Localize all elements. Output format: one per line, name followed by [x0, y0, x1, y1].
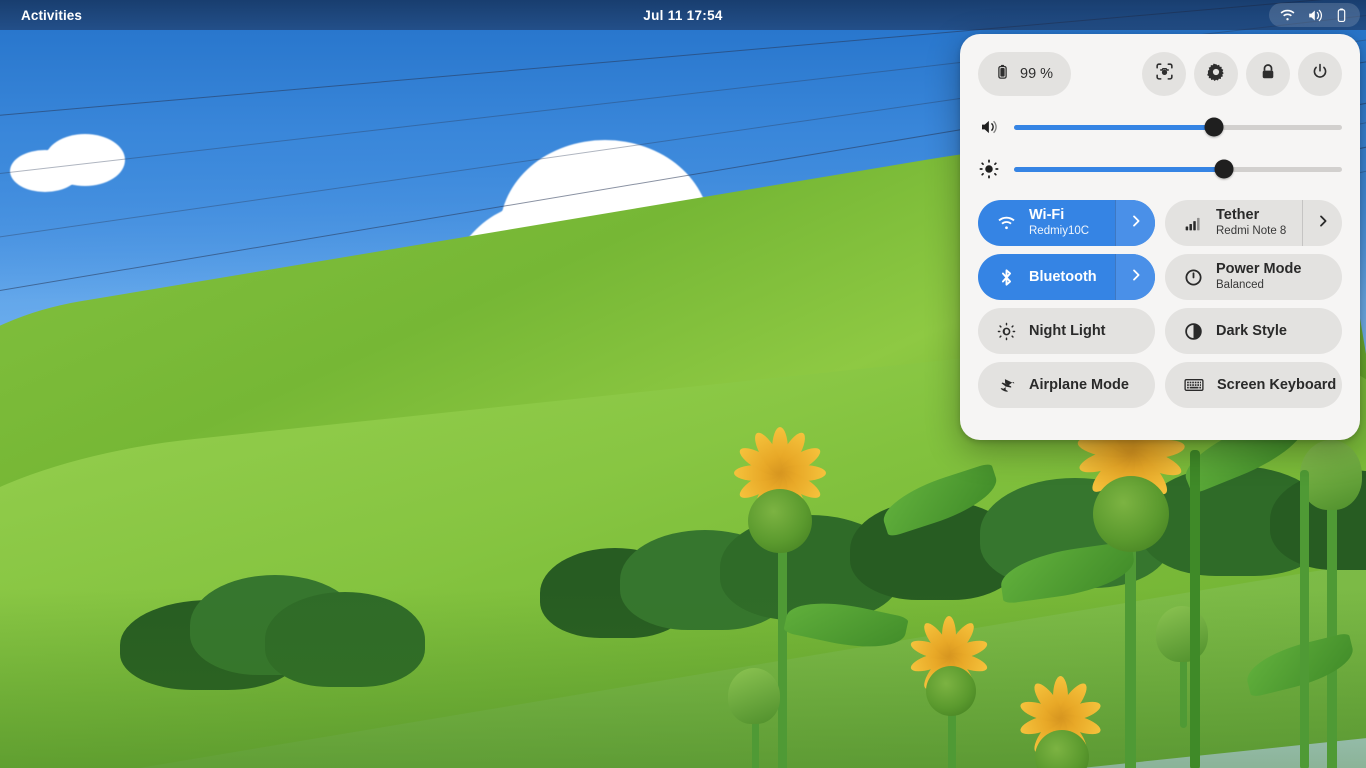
- power-mode-tile[interactable]: Power Mode Balanced: [1165, 254, 1342, 300]
- battery-icon: [1333, 7, 1350, 24]
- airplane-icon: [997, 376, 1016, 395]
- lock-button[interactable]: [1246, 52, 1290, 96]
- power-mode-tile-main[interactable]: Power Mode Balanced: [1165, 254, 1342, 300]
- speedometer-icon: [1184, 268, 1203, 287]
- desktop: Activities Jul 11 17:54 99 % Wi-Fi Redmi…: [0, 0, 1366, 768]
- volume-slider-track[interactable]: [1014, 117, 1342, 137]
- wifi-tile-subtitle: Redmiy10C: [1029, 225, 1090, 238]
- bluetooth-icon: [997, 268, 1016, 287]
- bluetooth-tile-title: Bluetooth: [1029, 268, 1097, 285]
- screen-keyboard-tile-main[interactable]: Screen Keyboard: [1165, 362, 1342, 408]
- brightness-slider-fill: [1014, 166, 1224, 172]
- speaker-icon: [978, 117, 1000, 137]
- tether-tile[interactable]: Tether Redmi Note 8: [1165, 200, 1342, 246]
- airplane-mode-tile-title: Airplane Mode: [1029, 376, 1129, 393]
- screenshot-icon: [1154, 61, 1175, 87]
- dark-style-icon: [1184, 322, 1203, 341]
- power-mode-tile-text: Power Mode Balanced: [1216, 261, 1301, 292]
- cellular-signal-icon: [1184, 214, 1203, 233]
- dark-style-tile-title: Dark Style: [1216, 322, 1287, 339]
- airplane-mode-tile[interactable]: Airplane Mode: [978, 362, 1155, 408]
- wallpaper-sunflower-bud: [700, 660, 810, 768]
- gear-icon: [1206, 62, 1226, 87]
- quick-settings-panel: 99 % Wi-Fi Redmiy10C Tether Redmi Note 8…: [960, 34, 1360, 440]
- settings-button[interactable]: [1194, 52, 1238, 96]
- wallpaper-sunflower: [985, 676, 1145, 768]
- night-light-icon: [997, 322, 1016, 341]
- screen-keyboard-tile-text: Screen Keyboard: [1217, 377, 1336, 394]
- wallpaper-stem: [1190, 450, 1200, 768]
- night-light-tile-main[interactable]: Night Light: [978, 308, 1155, 354]
- wifi-tile[interactable]: Wi-Fi Redmiy10C: [978, 200, 1155, 246]
- screenshot-button[interactable]: [1142, 52, 1186, 96]
- volume-icon: [1306, 7, 1323, 24]
- tether-tile-expand-button[interactable]: [1302, 200, 1342, 246]
- night-light-tile-title: Night Light: [1029, 322, 1106, 339]
- bluetooth-tile-expand-button[interactable]: [1115, 254, 1155, 300]
- chevron-right-icon: [1128, 267, 1144, 288]
- airplane-mode-tile-main[interactable]: Airplane Mode: [978, 362, 1155, 408]
- wifi-icon: [1279, 7, 1296, 24]
- night-light-tile[interactable]: Night Light: [978, 308, 1155, 354]
- wifi-tile-text: Wi-Fi Redmiy10C: [1029, 207, 1089, 238]
- dark-style-tile[interactable]: Dark Style: [1165, 308, 1342, 354]
- system-indicators-button[interactable]: [1269, 3, 1360, 27]
- wifi-tile-title: Wi-Fi: [1029, 207, 1065, 224]
- activities-button[interactable]: Activities: [10, 5, 93, 26]
- wallpaper-sunflower: [1241, 435, 1366, 768]
- brightness-slider-knob[interactable]: [1214, 159, 1234, 179]
- dark-style-tile-text: Dark Style: [1216, 323, 1287, 340]
- wifi-icon: [997, 214, 1016, 233]
- volume-slider-fill: [1014, 124, 1215, 130]
- chevron-right-icon: [1128, 213, 1144, 234]
- screen-keyboard-tile-title: Screen Keyboard: [1217, 376, 1337, 393]
- battery-icon: [994, 63, 1011, 86]
- brightness-icon: [978, 159, 1000, 179]
- battery-status-button[interactable]: 99 %: [978, 52, 1072, 96]
- bluetooth-tile-text: Bluetooth: [1029, 269, 1097, 286]
- power-icon: [1310, 62, 1330, 87]
- screen-keyboard-tile[interactable]: Screen Keyboard: [1165, 362, 1342, 408]
- power-mode-tile-title: Power Mode: [1216, 261, 1302, 278]
- tether-tile-title: Tether: [1216, 207, 1260, 224]
- wallpaper-sunflower-bud: [1130, 600, 1240, 728]
- bluetooth-tile-main[interactable]: Bluetooth: [978, 254, 1115, 300]
- bluetooth-tile[interactable]: Bluetooth: [978, 254, 1155, 300]
- night-light-tile-text: Night Light: [1029, 323, 1106, 340]
- quick-settings-header: 99 %: [978, 52, 1342, 96]
- wifi-tile-main[interactable]: Wi-Fi Redmiy10C: [978, 200, 1115, 246]
- quick-settings-tiles: Wi-Fi Redmiy10C Tether Redmi Note 8 Blue…: [978, 200, 1342, 408]
- clock[interactable]: Jul 11 17:54: [0, 8, 1366, 23]
- volume-slider-knob[interactable]: [1204, 117, 1224, 137]
- dark-style-tile-main[interactable]: Dark Style: [1165, 308, 1342, 354]
- wifi-tile-expand-button[interactable]: [1115, 200, 1155, 246]
- top-bar: Activities Jul 11 17:54: [0, 0, 1366, 30]
- power-button[interactable]: [1298, 52, 1342, 96]
- airplane-mode-tile-text: Airplane Mode: [1029, 377, 1129, 394]
- battery-percent-label: 99 %: [1020, 66, 1054, 82]
- keyboard-icon: [1184, 375, 1204, 395]
- power-mode-tile-subtitle: Balanced: [1216, 279, 1264, 292]
- brightness-slider[interactable]: [978, 148, 1342, 190]
- volume-slider[interactable]: [978, 106, 1342, 148]
- lock-icon: [1258, 62, 1278, 87]
- tether-tile-subtitle: Redmi Note 8: [1216, 225, 1287, 238]
- tether-tile-main[interactable]: Tether Redmi Note 8: [1165, 200, 1302, 246]
- chevron-right-icon: [1315, 213, 1331, 234]
- wallpaper-stem: [1300, 470, 1309, 768]
- wallpaper-cloud-small: [0, 120, 220, 240]
- tether-tile-text: Tether Redmi Note 8: [1216, 207, 1286, 238]
- brightness-slider-track[interactable]: [1014, 159, 1342, 179]
